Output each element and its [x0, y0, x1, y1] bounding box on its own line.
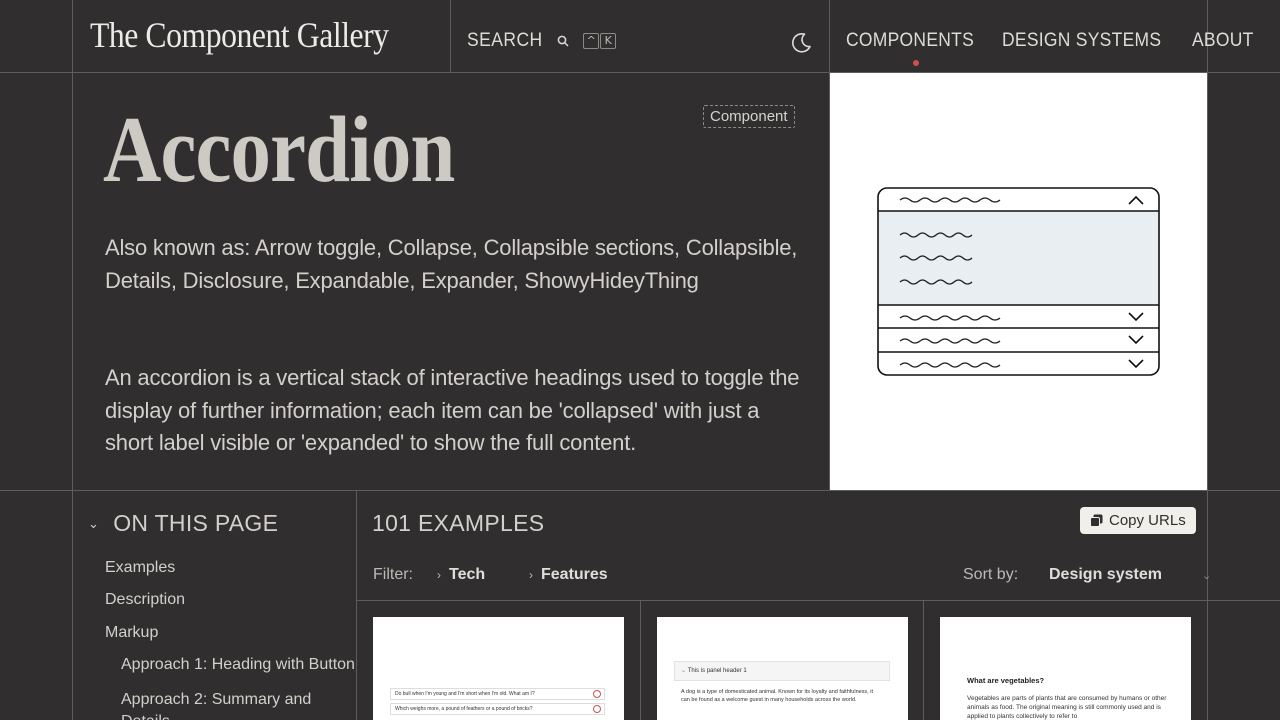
also-known-as: Also known as: Arrow toggle, Collapse, C… — [105, 235, 798, 293]
sort-value: Design system — [1049, 566, 1162, 583]
accordion-illustration — [830, 73, 1207, 490]
accordion-diagram — [877, 187, 1160, 376]
keyboard-shortcut: ^ K — [583, 33, 617, 49]
nav-components[interactable]: COMPONENTS — [846, 30, 974, 52]
mini-accordion-item: Do bull when I'm young and I'm short whe… — [390, 688, 605, 700]
examples-count: 101 EXAMPLES — [372, 510, 545, 536]
filter-features[interactable]: › Features — [529, 566, 608, 584]
chevron-down-icon: ⌄ — [1201, 569, 1212, 582]
active-indicator — [912, 60, 919, 66]
sort-label: Sort by: — [963, 566, 1019, 583]
nav-about[interactable]: ABOUT — [1192, 30, 1254, 52]
grid-line — [450, 0, 451, 73]
toc-link-examples[interactable]: Examples — [105, 559, 175, 577]
toc-link-markup[interactable]: Markup — [105, 624, 158, 642]
main-nav: COMPONENTS DESIGN SYSTEMS ABOUT — [846, 30, 1259, 66]
key-k: K — [600, 33, 617, 49]
mini-panel-header: ⌄ This is panel header 1 — [674, 661, 890, 681]
plus-icon — [593, 705, 601, 713]
mini-panel-header-text: This is panel header 1 — [687, 668, 747, 674]
search-icon — [557, 35, 569, 47]
page-title: Accordion — [103, 98, 455, 202]
filter-features-label: Features — [541, 566, 608, 583]
mini-question: Do bull when I'm young and I'm short whe… — [395, 691, 535, 697]
sort-select[interactable]: Design system ⌄ — [1049, 566, 1211, 584]
toc-link-description[interactable]: Description — [105, 591, 185, 609]
plus-icon — [593, 690, 601, 698]
search-button[interactable]: SEARCH ^ K — [467, 30, 617, 52]
toc-link-approach-2[interactable]: Approach 2: Summary and Details — [121, 689, 341, 720]
copy-urls-label: Copy URLs — [1109, 512, 1186, 529]
filter-label: Filter: — [373, 566, 413, 583]
search-label: SEARCH — [467, 30, 543, 51]
grid-line — [356, 600, 1280, 601]
grid-line — [640, 600, 641, 720]
filter-tech[interactable]: › Tech — [437, 566, 485, 584]
grid-line — [72, 0, 73, 720]
chevron-right-icon: › — [437, 568, 441, 582]
chevron-down-icon: ⌄ — [88, 515, 100, 531]
component-description: An accordion is a vertical stack of inte… — [105, 365, 800, 455]
on-this-page-toggle[interactable]: ⌄ ON THIS PAGE — [88, 510, 278, 537]
copy-icon — [1090, 514, 1103, 527]
component-tag: Component — [703, 105, 795, 128]
example-card[interactable]: ⌄ This is panel header 1 A dog is a type… — [657, 617, 908, 720]
mini-panel-body: A dog is a type of domesticated animal. … — [681, 689, 873, 703]
chevron-down-icon: ⌄ — [681, 668, 688, 674]
copy-urls-button[interactable]: Copy URLs — [1080, 507, 1196, 534]
nav-design-systems[interactable]: DESIGN SYSTEMS — [1002, 30, 1161, 52]
example-card[interactable]: Do bull when I'm young and I'm short whe… — [373, 617, 624, 720]
key-ctrl: ^ — [583, 33, 600, 49]
mini-accordion-item: Which weighs more, a pound of feathers o… — [390, 703, 605, 715]
grid-line — [1207, 0, 1208, 720]
on-this-page-heading: ON THIS PAGE — [113, 510, 279, 536]
example-card[interactable]: What are vegetables? Vegetables are part… — [940, 617, 1191, 720]
filter-tech-label: Tech — [449, 566, 486, 583]
chevron-right-icon: › — [529, 568, 533, 582]
grid-line — [0, 490, 1280, 491]
site-logo[interactable]: The Component Gallery — [90, 14, 389, 56]
mini-question: Which weighs more, a pound of feathers o… — [395, 706, 533, 712]
grid-line — [923, 600, 924, 720]
grid-line — [356, 490, 357, 720]
toc-link-approach-1[interactable]: Approach 1: Heading with Button — [121, 656, 355, 674]
mini-body: Vegetables are parts of plants that are … — [967, 695, 1167, 720]
mini-title: What are vegetables? — [967, 676, 1045, 685]
moon-icon[interactable] — [789, 31, 813, 55]
